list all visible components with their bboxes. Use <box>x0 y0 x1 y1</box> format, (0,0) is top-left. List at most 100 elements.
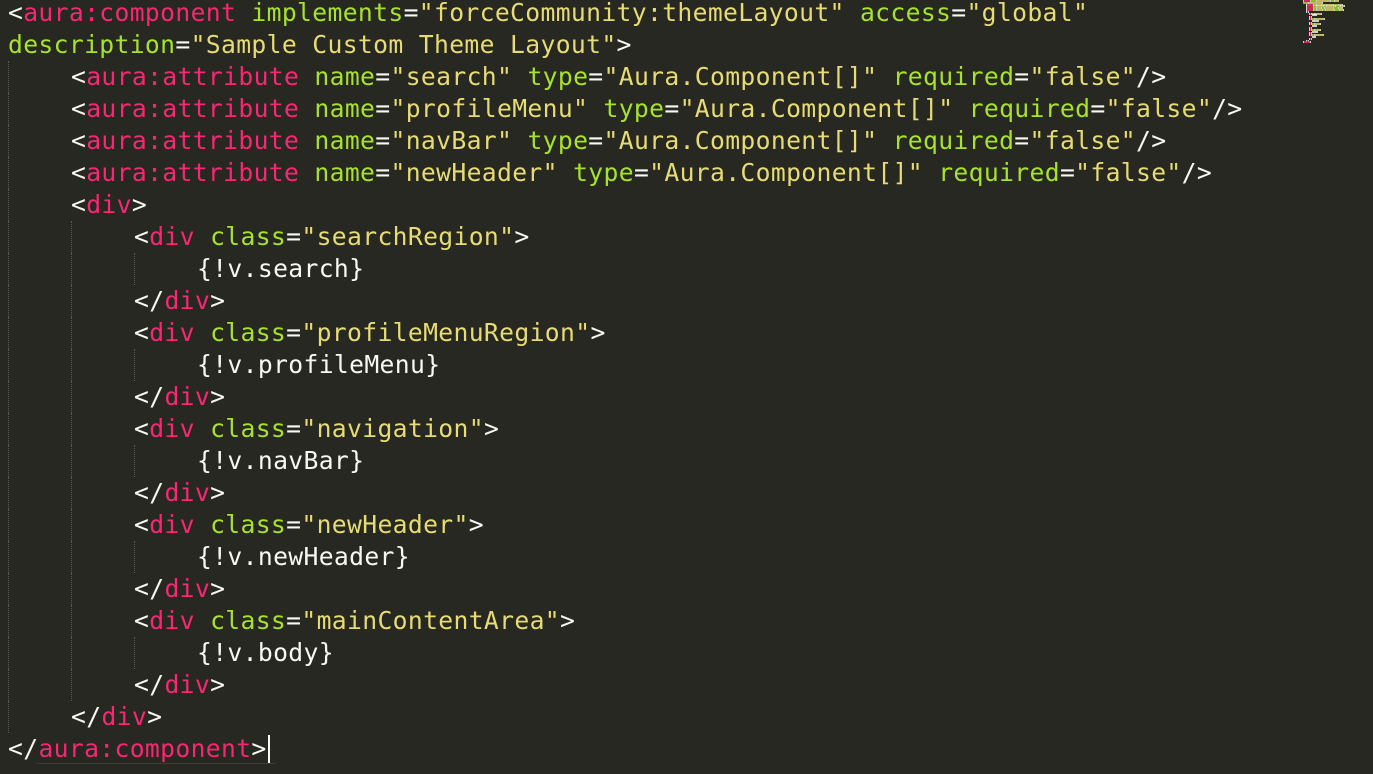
code-punctuation: </ <box>134 286 165 315</box>
code-line[interactable]: {!v.profileMenu} <box>8 349 1243 381</box>
code-editor[interactable]: <aura:component implements="forceCommuni… <box>0 0 1373 774</box>
code-line[interactable]: </div> <box>8 477 1243 509</box>
code-punctuation <box>299 94 314 123</box>
code-punctuation: = <box>375 62 391 91</box>
minimap-mark <box>1326 9 1334 11</box>
code-punctuation: = <box>1090 94 1106 123</box>
indent-guide <box>71 541 134 573</box>
code-line[interactable]: <aura:attribute name="profileMenu" type=… <box>8 93 1243 125</box>
code-line[interactable]: <aura:attribute name="search" type="Aura… <box>8 61 1243 93</box>
code-punctuation: </ <box>134 670 165 699</box>
minimap-mark <box>1312 14 1317 17</box>
code-string-value: "mainContentArea" <box>301 606 560 635</box>
code-punctuation: < <box>134 510 150 539</box>
indent-guide <box>8 573 71 605</box>
indent-guide <box>71 509 134 541</box>
indent-guide <box>8 701 71 733</box>
code-punctuation: = <box>1014 126 1030 155</box>
indent-guide <box>8 157 71 189</box>
indent-guide <box>8 125 71 157</box>
code-punctuation: > <box>483 414 500 443</box>
minimap-mark <box>1311 37 1312 40</box>
code-line[interactable]: </aura:component> <box>8 733 1243 765</box>
code-tag-name: aura:attribute <box>86 62 300 91</box>
indent-guide <box>71 317 134 349</box>
indent-guide <box>71 221 134 253</box>
code-line[interactable]: <div class="profileMenuRegion"> <box>8 317 1243 349</box>
code-tag-name: div <box>164 574 211 603</box>
code-line[interactable]: <aura:component implements="forceCommuni… <box>8 0 1243 29</box>
code-punctuation: > <box>590 318 606 347</box>
code-punctuation: /> <box>1181 158 1213 187</box>
code-expression: {!v.body} <box>197 638 334 667</box>
code-line[interactable]: </div> <box>8 285 1243 317</box>
code-expression: {!v.search} <box>197 254 365 283</box>
code-punctuation <box>299 158 314 187</box>
code-tag-name: aura:attribute <box>86 94 300 123</box>
code-line[interactable]: <div class="mainContentArea"> <box>8 605 1243 637</box>
minimap-mark <box>1344 5 1345 8</box>
indent-guide <box>71 253 134 285</box>
code-punctuation: = <box>1014 62 1030 91</box>
code-line[interactable]: {!v.newHeader} <box>8 541 1243 573</box>
code-line[interactable]: {!v.body} <box>8 637 1243 669</box>
minimap-mark <box>1312 36 1316 38</box>
code-string-value: "navBar" <box>390 126 513 155</box>
code-line[interactable]: <div> <box>8 189 1243 221</box>
code-string-value: "Aura.Component[]" <box>603 126 878 155</box>
indent-guide <box>8 61 71 93</box>
code-punctuation: = <box>588 126 604 155</box>
code-punctuation: </ <box>134 574 165 603</box>
code-punctuation: /> <box>1136 126 1167 155</box>
code-line[interactable]: <div class="searchRegion"> <box>8 221 1243 253</box>
code-line[interactable]: </div> <box>8 701 1243 733</box>
code-line[interactable]: {!v.navBar} <box>8 445 1243 477</box>
minimap-mark <box>1323 34 1324 37</box>
code-line[interactable]: <aura:attribute name="navBar" type="Aura… <box>8 125 1243 157</box>
minimap[interactable] <box>1303 0 1373 46</box>
code-line[interactable]: </div> <box>8 669 1243 701</box>
code-expression: {!v.profileMenu} <box>197 350 441 379</box>
code-punctuation: < <box>134 318 150 347</box>
code-expression: {!v.newHeader} <box>197 542 410 571</box>
code-punctuation <box>236 0 251 27</box>
indent-guide <box>8 605 71 637</box>
code-punctuation: = <box>286 318 302 347</box>
code-punctuation: > <box>210 574 226 603</box>
code-punctuation: = <box>286 606 302 635</box>
code-punctuation: < <box>134 222 150 251</box>
code-string-value: "newHeader" <box>301 510 469 539</box>
indent-guide <box>8 349 71 381</box>
code-line[interactable]: <aura:attribute name="newHeader" type="A… <box>8 157 1243 189</box>
indent-guide <box>8 445 71 477</box>
code-punctuation <box>299 126 314 155</box>
code-punctuation: > <box>210 670 226 699</box>
minimap-mark <box>1320 28 1321 31</box>
code-string-value: "forceCommunity:themeLayout" <box>418 0 845 27</box>
code-area[interactable]: <aura:component implements="forceCommuni… <box>8 0 1243 765</box>
code-punctuation: > <box>131 190 148 219</box>
code-tag-name: div <box>149 318 195 347</box>
indent-guide <box>8 413 71 445</box>
code-string-value: "false" <box>1029 62 1137 91</box>
code-attribute-name: access <box>859 0 952 27</box>
code-string-value: "newHeader" <box>390 158 558 187</box>
code-punctuation: > <box>210 286 226 315</box>
code-line[interactable]: {!v.search} <box>8 253 1243 285</box>
code-string-value: "Sample Custom Theme Layout" <box>190 30 617 59</box>
code-line[interactable]: </div> <box>8 381 1243 413</box>
minimap-mark <box>1324 18 1325 20</box>
code-tag-name: aura:attribute <box>86 126 300 155</box>
code-punctuation: > <box>468 510 484 539</box>
indent-guide <box>71 573 134 605</box>
code-attribute-name: class <box>210 414 287 443</box>
code-line[interactable]: <div class="newHeader"> <box>8 509 1243 541</box>
indent-guide <box>8 509 71 541</box>
code-punctuation <box>923 158 938 187</box>
code-line[interactable]: description="Sample Custom Theme Layout"… <box>8 29 1243 61</box>
indent-guide <box>71 669 134 701</box>
code-line[interactable]: </div> <box>8 573 1243 605</box>
code-line[interactable]: <div class="navigation"> <box>8 413 1243 445</box>
code-string-value: "search" <box>390 62 513 91</box>
minimap-mark <box>1321 12 1322 15</box>
